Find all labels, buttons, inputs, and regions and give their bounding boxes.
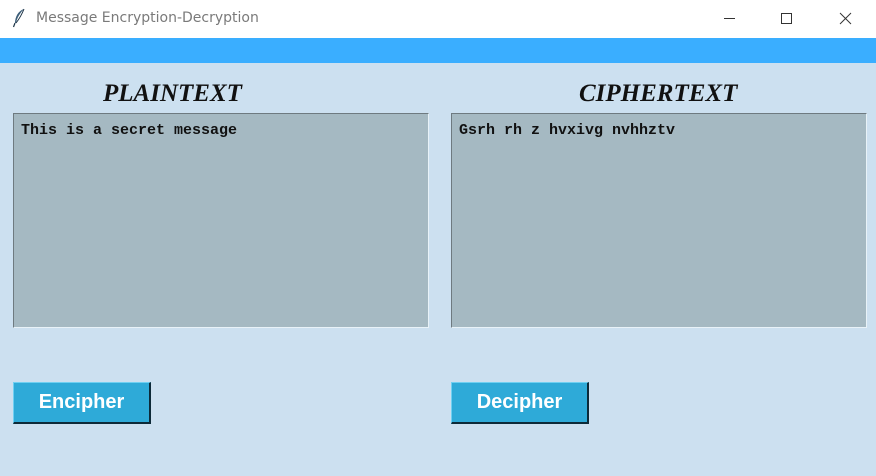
close-icon (839, 12, 852, 25)
app-window: Message Encryption-Decryption PLAINTEXT … (0, 0, 876, 476)
ciphertext-input[interactable]: Gsrh rh z hvxivg nvhhztv (451, 113, 867, 328)
decipher-button[interactable]: Decipher (451, 382, 589, 424)
maximize-icon (781, 13, 792, 24)
feather-icon (12, 8, 26, 28)
encipher-button[interactable]: Encipher (13, 382, 151, 424)
window-title: Message Encryption-Decryption (36, 10, 259, 26)
maximize-button[interactable] (758, 0, 816, 38)
title-bar[interactable]: Message Encryption-Decryption (0, 0, 876, 38)
plaintext-heading: PLAINTEXT (103, 80, 242, 107)
minimize-button[interactable] (700, 0, 758, 38)
ciphertext-heading: CIPHERTEXT (579, 80, 738, 107)
plaintext-input[interactable]: This is a secret message (13, 113, 429, 328)
minimize-icon (724, 18, 735, 19)
close-button[interactable] (817, 0, 875, 38)
accent-bar (0, 38, 876, 63)
